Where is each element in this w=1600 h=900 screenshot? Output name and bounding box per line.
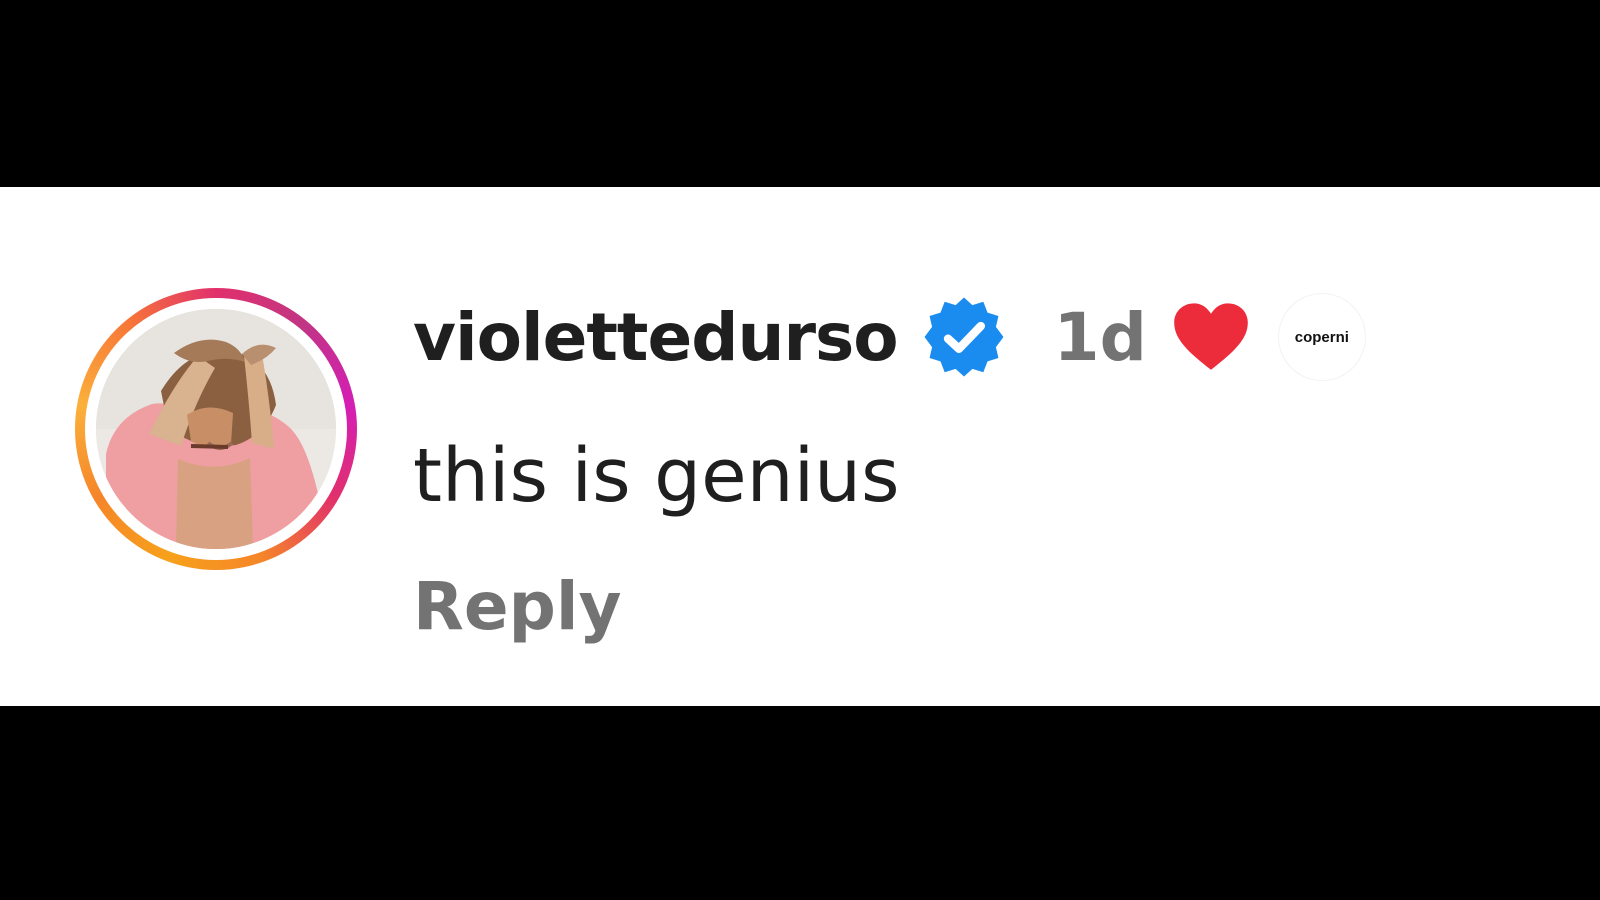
profile-photo [96,309,336,549]
heart-icon[interactable] [1171,301,1251,373]
comment-header: violettedurso 1d coperni [413,294,1365,380]
reply-button[interactable]: Reply [413,568,621,645]
avatar[interactable] [96,309,336,549]
username-link[interactable]: violettedurso [413,299,899,376]
comment-text: this is genius [413,433,900,519]
comment-timestamp: 1d [1053,298,1147,376]
story-ring[interactable] [75,288,357,570]
verified-badge-icon [924,297,1004,377]
video-frame: violettedurso 1d coperni this is genius … [0,0,1600,900]
comment-card: violettedurso 1d coperni this is genius … [0,187,1600,706]
liked-by-avatar[interactable]: coperni [1278,294,1365,380]
